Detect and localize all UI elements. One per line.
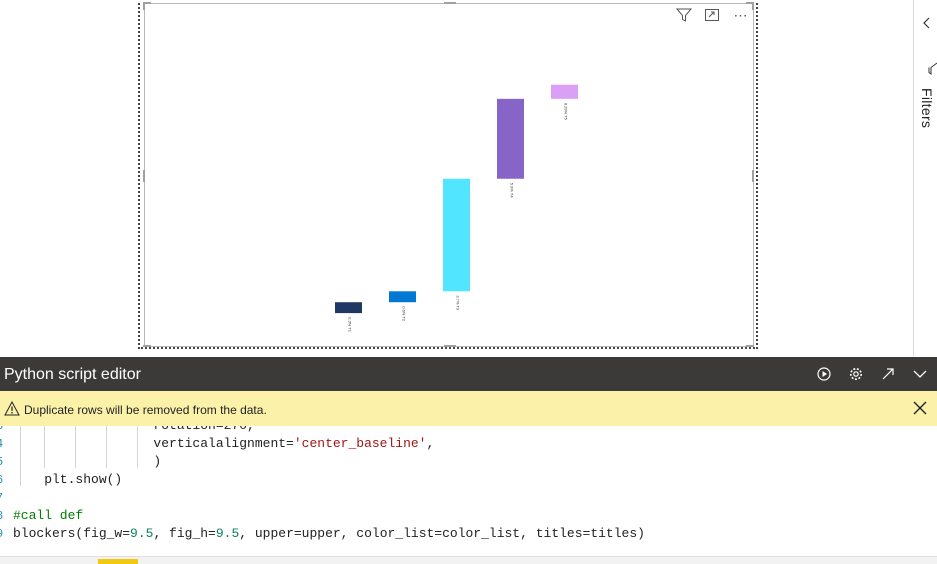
run-script-button[interactable]: [815, 365, 833, 383]
expand-editor-button[interactable]: [879, 365, 897, 383]
gear-icon: [850, 368, 862, 380]
code-text: #call def: [13, 507, 83, 525]
code-line[interactable]: 4 verticalalignment='center_baseline',: [0, 435, 937, 453]
code-token: , fig_h=: [153, 526, 216, 541]
bar-data-label-2: 0.6% T2: [402, 306, 407, 322]
waterfall-bar-4: [497, 98, 524, 179]
resize-handle-top-left-v[interactable]: [143, 2, 145, 10]
warning-text: Duplicate rows will be removed from the …: [24, 403, 267, 417]
focus-mode-icon: [705, 9, 719, 21]
code-line[interactable]: 8 #call def: [0, 507, 937, 525]
code-text: blockers(fig_w=9.5, fig_h=9.5, upper=upp…: [13, 525, 645, 543]
line-number: 3: [0, 426, 6, 435]
code-line[interactable]: 6 plt.show(): [0, 471, 937, 489]
filters-label[interactable]: Filters: [919, 88, 935, 128]
code-text: plt.show(): [13, 471, 122, 489]
line-number: 9: [0, 525, 6, 543]
report-canvas: 0.3% T1 0.6% T2 3.7% T3 5.9% T4 6.29% T5 ⋯: [0, 0, 913, 356]
visual-more-options-button[interactable]: ⋯: [731, 7, 749, 23]
filters-pane: Filters: [913, 0, 937, 356]
code-token: , upper=upper, color_list=color_list, ti…: [239, 526, 645, 541]
line-number: 8: [0, 507, 6, 525]
active-page-tab-indicator[interactable]: [98, 559, 138, 564]
visual-filter-button[interactable]: [675, 7, 693, 23]
indent-guide: [20, 426, 21, 486]
code-token: verticalalignment=: [13, 436, 294, 451]
waterfall-bar-1: [335, 302, 362, 314]
visual-focus-button[interactable]: [703, 7, 721, 23]
more-options-icon: ⋯: [733, 6, 748, 23]
run-script-icon: [817, 367, 831, 381]
python-visual[interactable]: 0.3% T1 0.6% T2 3.7% T3 5.9% T4 6.29% T5 ⋯: [144, 3, 754, 347]
resize-handle-right[interactable]: [752, 170, 754, 182]
bar-data-label-3: 3.7% T3: [456, 295, 461, 311]
resize-handle-bottom[interactable]: [444, 345, 456, 347]
line-number: 6: [0, 471, 6, 489]
line-number: 5: [0, 453, 6, 471]
collapse-editor-button[interactable]: [911, 365, 929, 383]
close-icon[interactable]: [913, 401, 927, 415]
code-token: blockers(fig_w=: [13, 526, 131, 541]
editor-settings-button[interactable]: [847, 365, 865, 383]
indent-guide: [106, 426, 107, 468]
waterfall-bar-3: [443, 178, 470, 292]
resize-handle-bottom-left[interactable]: [143, 345, 151, 347]
editor-title: Python script editor: [4, 366, 141, 383]
filter-funnel-icon: [928, 62, 937, 75]
waterfall-chart: 0.3% T1 0.6% T2 3.7% T3 5.9% T4 6.29% T5: [335, 84, 578, 333]
code-line[interactable]: 3 rotation=270,: [0, 426, 937, 435]
chevron-left-icon[interactable]: [920, 16, 934, 30]
editor-actions: [815, 365, 929, 383]
code-token: 9.5: [130, 526, 154, 541]
resize-handle-left[interactable]: [143, 170, 145, 182]
indent-guide: [75, 426, 76, 468]
waterfall-bar-2: [389, 291, 416, 303]
python-editor-header: Python script editor: [0, 357, 937, 391]
code-text: verticalalignment='center_baseline',: [13, 435, 434, 453]
code-text: ): [13, 453, 161, 471]
visual-header: ⋯: [675, 7, 749, 23]
code-text: rotation=270,: [13, 426, 254, 435]
chevron-down-icon: [913, 370, 927, 378]
indent-guide: [137, 426, 138, 468]
code-line[interactable]: 9blockers(fig_w=9.5, fig_h=9.5, upper=up…: [0, 525, 937, 543]
code-token: ): [13, 454, 162, 469]
code-token: 9.5: [215, 526, 240, 541]
bar-data-label-5: 6.29% T5: [564, 103, 569, 121]
code-token: ,: [426, 436, 435, 451]
code-line[interactable]: 5 ): [0, 453, 937, 471]
code-token: plt.show(): [13, 472, 123, 487]
resize-handle-top[interactable]: [444, 2, 456, 4]
line-number: 7: [0, 489, 6, 507]
code-token: #call def: [13, 508, 84, 523]
resize-handle-bottom-right[interactable]: [746, 345, 754, 347]
filter-icon: [676, 8, 692, 22]
warning-icon: [4, 401, 20, 416]
code-line[interactable]: 7: [0, 489, 937, 507]
code-token: rotation=270,: [13, 426, 254, 433]
resize-handle-top-right-v[interactable]: [752, 2, 754, 10]
waterfall-bar-5: [551, 84, 578, 99]
code-editor[interactable]: 3 rotation=270,4 verticalalignment='cent…: [0, 426, 937, 556]
bar-data-label-4: 5.9% T4: [510, 183, 515, 199]
indent-guide: [44, 426, 45, 468]
bar-data-label-1: 0.3% T1: [348, 317, 353, 333]
expand-arrow-icon: [882, 368, 894, 380]
line-number: 4: [0, 435, 6, 453]
code-token: 'center_baseline': [293, 436, 427, 451]
duplicate-rows-warning: Duplicate rows will be removed from the …: [0, 391, 937, 426]
